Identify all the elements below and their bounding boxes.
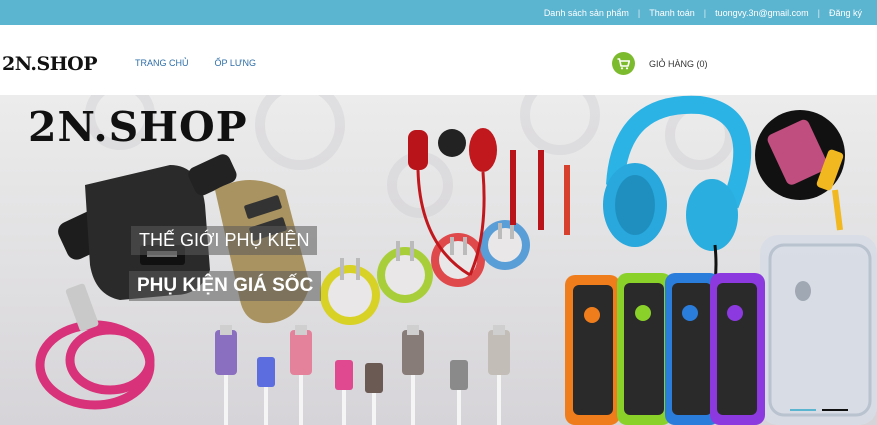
site-header: 2N.SHOP TRANG CHỦ ỐP LƯNG GIỎ HÀNG (0) — [0, 25, 877, 95]
nav-home[interactable]: TRANG CHỦ — [135, 58, 189, 68]
slider-dot-2[interactable] — [822, 409, 848, 411]
site-logo[interactable]: 2N.SHOP — [2, 53, 98, 75]
banner-logo: 2N.SHOP — [28, 103, 248, 151]
product-list-link[interactable]: Danh sách sản phẩm — [535, 8, 638, 18]
hero-banner[interactable]: 2N.SHOP THẾ GIỚI PHỤ KIỆN PHỤ KIỆN GIÁ S… — [0, 95, 877, 425]
slider-indicators — [790, 409, 854, 411]
register-link[interactable]: Đăng ký — [820, 8, 871, 18]
main-nav: TRANG CHỦ ỐP LƯNG — [135, 58, 282, 68]
banner-caption-title: THẾ GIỚI PHỤ KIỆN — [131, 226, 318, 255]
nav-phone-cases[interactable]: ỐP LƯNG — [215, 58, 257, 68]
slider-dot-1[interactable] — [790, 409, 816, 411]
shopping-cart-icon[interactable] — [612, 52, 635, 75]
cart-label[interactable]: GIỎ HÀNG (0) — [649, 59, 708, 69]
banner-caption-subtitle: PHỤ KIỆN GIÁ SỐC — [129, 271, 322, 301]
user-email-link[interactable]: tuongvy.3n@gmail.com — [706, 8, 818, 18]
checkout-link[interactable]: Thanh toán — [640, 8, 704, 18]
account-links: Danh sách sản phẩm | Thanh toán | tuongv… — [535, 0, 871, 25]
top-bar: Danh sách sản phẩm | Thanh toán | tuongv… — [0, 0, 877, 25]
cart-button[interactable]: GIỎ HÀNG (0) — [612, 52, 708, 75]
